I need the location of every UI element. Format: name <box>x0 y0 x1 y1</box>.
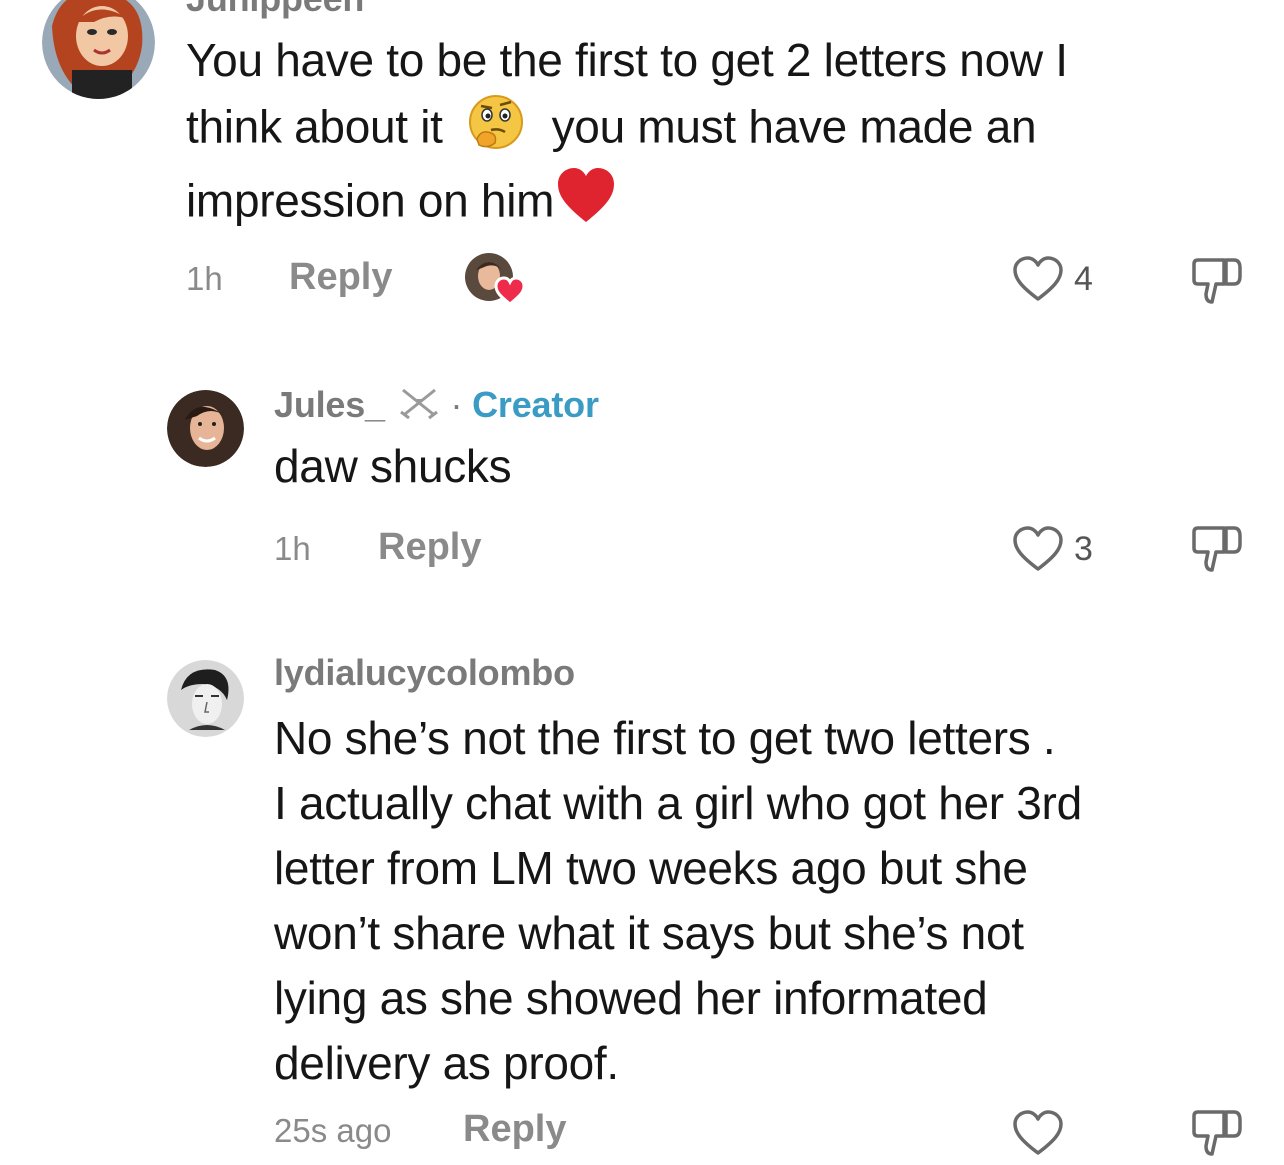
comment-text: No she’s not the first to get two letter… <box>274 706 1274 1096</box>
creator-liked-badge <box>464 252 526 306</box>
separator-dot: · <box>450 384 463 425</box>
heart-outline-icon <box>1013 526 1063 571</box>
comment-text-line: impression on him <box>186 168 1266 241</box>
thumbs-down-icon <box>1192 526 1242 572</box>
comment-text-line: won’t share what it says but she’s not <box>274 907 1024 959</box>
comment-text: You have to be the first to get 2 letter… <box>186 28 1266 241</box>
like-button[interactable]: 4 <box>1012 256 1093 302</box>
comment-text-fragment: impression on him <box>186 174 555 227</box>
comment-text-fragment: you must have made an <box>551 100 1037 153</box>
username[interactable]: Junippeen <box>186 0 364 20</box>
comment-time: 1h <box>186 260 223 297</box>
creator-label: Creator <box>472 384 599 425</box>
comment-text-line: think about it you must have made an <box>186 93 1266 168</box>
dislike-button[interactable] <box>1190 256 1244 313</box>
crossed-swords-icon <box>397 386 441 429</box>
comment-text-line: You have to be the first to get 2 letter… <box>186 34 1068 86</box>
reply-button[interactable]: Reply <box>289 256 392 299</box>
avatar[interactable] <box>167 390 244 467</box>
avatar[interactable] <box>42 0 155 99</box>
comment-text-line: I actually chat with a girl who got her … <box>274 777 1082 829</box>
username-text[interactable]: Jules_ <box>274 384 385 425</box>
dislike-button[interactable] <box>1190 1108 1244 1165</box>
thumbs-down-icon <box>1192 1110 1242 1156</box>
comment-text-line: delivery as proof. <box>274 1037 619 1089</box>
comment-text-line: lying as she showed her informated <box>274 972 988 1024</box>
comment-time: 25s ago <box>274 1112 392 1149</box>
username[interactable]: lydialucycolombo <box>274 652 575 694</box>
comment-text-line: letter from LM two weeks ago but she <box>274 842 1028 894</box>
like-button[interactable] <box>1012 1110 1064 1156</box>
comment-time: 1h <box>274 530 311 567</box>
reply-button[interactable]: Reply <box>378 526 481 569</box>
thumbs-down-icon <box>1192 258 1242 304</box>
comment-text-line: No she’s not the first to get two letter… <box>274 712 1056 764</box>
like-count: 3 <box>1074 529 1093 568</box>
heart-outline-icon <box>1013 1110 1063 1155</box>
like-button[interactable]: 3 <box>1012 526 1093 572</box>
heart-outline-icon <box>1013 256 1063 301</box>
comment-text-fragment: think about it <box>186 100 443 153</box>
red-heart-emoji-icon <box>556 168 616 241</box>
username: Jules_ · Creator <box>274 384 599 429</box>
avatar[interactable] <box>167 660 244 737</box>
reply-button[interactable]: Reply <box>463 1108 566 1151</box>
thinking-face-emoji-icon <box>467 93 525 168</box>
like-count: 4 <box>1074 259 1093 298</box>
dislike-button[interactable] <box>1190 524 1244 581</box>
comment-text: daw shucks <box>274 440 512 492</box>
